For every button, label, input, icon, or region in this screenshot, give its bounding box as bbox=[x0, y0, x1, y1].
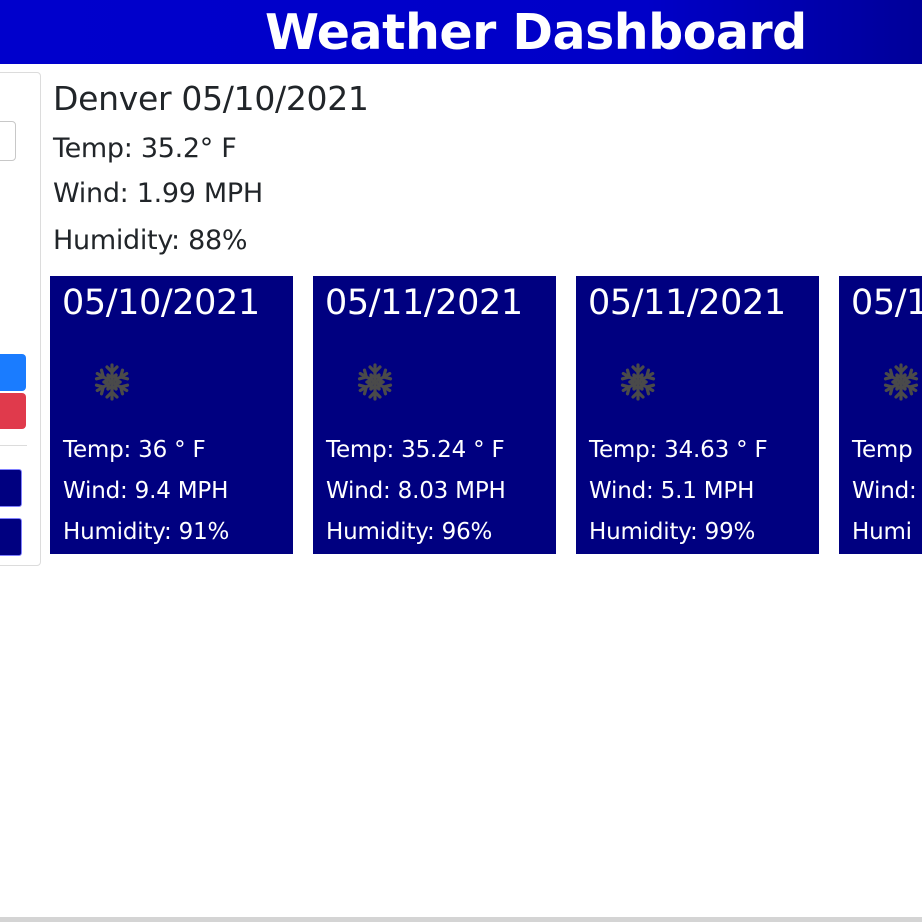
forecast-humidity: Humi bbox=[852, 519, 912, 545]
snowflake-icon bbox=[93, 363, 131, 401]
snowflake-icon bbox=[619, 363, 657, 401]
forecast-temp: Temp bbox=[852, 437, 913, 463]
snowflake-icon bbox=[882, 363, 920, 401]
forecast-card: 05/10/2021 Temp: 36 ° F Wind: 9.4 MPH Hu… bbox=[50, 276, 293, 554]
clear-history-button[interactable] bbox=[0, 393, 26, 429]
forecast-card: 05/11/2021 Temp: 34.63 ° F Wind: 5.1 MPH… bbox=[576, 276, 819, 554]
forecast-temp: Temp: 35.24 ° F bbox=[326, 437, 505, 463]
forecast-humidity: Humidity: 99% bbox=[589, 519, 756, 545]
snowflake-icon bbox=[356, 363, 394, 401]
forecast-date: 05/11/2021 bbox=[588, 283, 786, 323]
forecast-temp: Temp: 34.63 ° F bbox=[589, 437, 768, 463]
forecast-humidity: Humidity: 96% bbox=[326, 519, 493, 545]
forecast-humidity: Humidity: 91% bbox=[63, 519, 230, 545]
forecast-date: 05/1 bbox=[851, 283, 922, 323]
forecast-wind: Wind: 9.4 MPH bbox=[63, 478, 229, 504]
weather-dashboard-page: Weather Dashboard Denver 05/10/2021 Temp… bbox=[0, 0, 922, 922]
page-header: Weather Dashboard bbox=[0, 0, 922, 64]
current-wind: Wind: 1.99 MPH bbox=[53, 178, 263, 209]
forecast-wind: Wind: bbox=[852, 478, 917, 504]
forecast-wind: Wind: 5.1 MPH bbox=[589, 478, 755, 504]
forecast-card: 05/11/2021 Temp: 35.24 ° F Wind: 8.03 MP… bbox=[313, 276, 556, 554]
history-city-button[interactable] bbox=[0, 469, 22, 507]
current-city-date: Denver 05/10/2021 bbox=[53, 79, 369, 118]
forecast-wind: Wind: 8.03 MPH bbox=[326, 478, 506, 504]
forecast-date: 05/10/2021 bbox=[62, 283, 260, 323]
current-humidity: Humidity: 88% bbox=[53, 225, 248, 256]
forecast-temp: Temp: 36 ° F bbox=[63, 437, 206, 463]
history-city-button[interactable] bbox=[0, 518, 22, 556]
horizontal-scrollbar[interactable] bbox=[0, 917, 922, 922]
sidebar-divider bbox=[0, 445, 27, 446]
forecast-card: 05/1 Temp Wind: Humi bbox=[839, 276, 922, 554]
search-button[interactable] bbox=[0, 354, 26, 391]
page-title: Weather Dashboard bbox=[265, 4, 807, 61]
forecast-date: 05/11/2021 bbox=[325, 283, 523, 323]
city-search-input[interactable] bbox=[0, 121, 16, 161]
current-temp: Temp: 35.2° F bbox=[53, 133, 237, 164]
